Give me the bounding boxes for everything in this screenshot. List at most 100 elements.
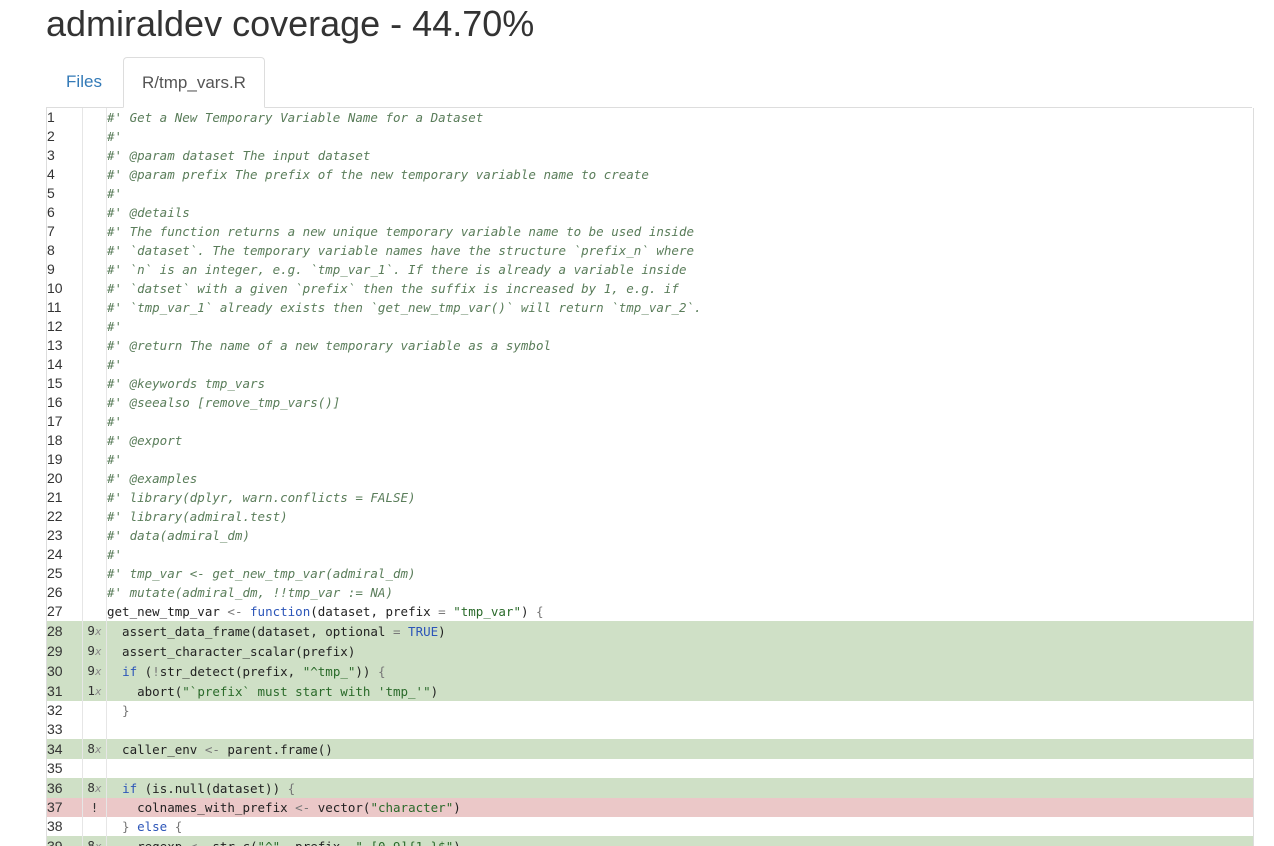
page-title: admiraldev coverage - 44.70% [46,3,535,44]
code-token: #' library(admiral.test) [107,509,288,524]
code-token: #' mutate(admiral_dm, !!tmp_var := NA) [107,585,393,600]
hit-count [82,374,107,393]
code-token: #' @examples [107,471,198,486]
code-token: #' [107,319,123,334]
hit-count [82,526,107,545]
source-text: #' library(dplyr, warn.conflicts = FALSE… [107,488,1254,507]
code-line: 31 1x abort("`prefix` must start with 'tm… [47,681,1253,701]
code-token: #' The function returns a new unique tem… [107,224,694,239]
code-token: <- [204,741,220,757]
line-number: 11 [47,299,62,315]
code-token: #' @export [107,433,183,448]
tab-files[interactable]: Files [46,57,122,106]
line-number: 36 [47,778,83,798]
hit-count [82,108,107,127]
code-token: #' [107,547,123,562]
code-token: = [392,623,401,639]
line-number: 38 [47,818,63,834]
code-token: ) [430,683,439,699]
hit-multiplier-glyph: x [94,782,102,795]
hit-count [82,260,107,279]
code-token: #' data(admiral_dm) [107,528,250,543]
source-text: get_new_tmp_var <- function(dataset, pre… [107,602,1254,621]
hit-count [82,336,107,355]
code-token: #' `dataset`. The temporary variable nam… [107,243,694,258]
line-number: 2 [47,128,55,144]
source-text: assert_data_frame(dataset, optional = TR… [106,621,1253,641]
code-token: else [137,819,168,834]
hit-count-value: 1 [87,683,95,698]
line-number: 4 [47,166,55,182]
hit-count [82,355,107,374]
line-number: 33 [47,721,63,737]
source-text: } [107,701,1254,720]
source-text: #' [107,412,1254,431]
line-number: 14 [47,356,63,372]
hit-count [82,488,107,507]
code-line: 26 #' mutate(admiral_dm, !!tmp_var := NA) [47,583,1253,602]
hit-count [82,602,107,621]
source-text: regexp <- str_c("^", prefix, "_[0-9]{1,}… [106,836,1253,846]
source-text: #' `tmp_var_1` already exists then `get_… [107,298,1254,317]
line-number: 39 [47,836,83,846]
line-number: 3 [47,147,55,163]
code-line: 28 9x assert_data_frame(dataset, optional… [47,621,1253,641]
hit-count-value: ! [90,800,99,815]
source-text: #' mutate(admiral_dm, !!tmp_var := NA) [107,583,1254,602]
source-text: #' [107,545,1254,564]
code-line: 12 #' [47,317,1253,336]
source-text [107,759,1254,778]
code-token: "`prefix` must start with 'tmp_'" [182,683,431,699]
code-token: #' [107,452,123,467]
code-line: 24 #' [47,545,1253,564]
hit-count-value: 8 [87,741,95,756]
code-token: = [438,604,446,619]
source-text: #' data(admiral_dm) [107,526,1254,545]
hit-count [82,450,107,469]
code-token: #' `n` is an integer, e.g. `tmp_var_1`. … [107,262,687,277]
hit-count: 9x [82,621,107,641]
code-token: #' [107,186,123,201]
source-text: #' [107,317,1254,336]
code-token: #' Get a New Temporary Variable Name for… [107,110,484,125]
code-line: 15 #' @keywords tmp_vars [47,374,1253,393]
source-text: #' The function returns a new unique tem… [107,222,1254,241]
source-text: assert_character_scalar(prefix) [106,641,1253,661]
source-text: } else { [107,817,1254,836]
code-line: 38 } else { [47,817,1253,836]
hit-count [82,720,107,739]
code-line: 7 #' The function returns a new unique te… [47,222,1253,241]
code-token: (dataset, prefix [310,604,439,619]
code-token: "character" [370,800,454,815]
code-line: 23 #' data(admiral_dm) [47,526,1253,545]
line-number: 6 [47,204,55,220]
source-text: #' @seealso [remove_tmp_vars()] [107,393,1254,412]
hit-count-value: 9 [87,623,95,638]
code-token: abort( [107,683,183,699]
line-number: 28 [47,621,83,641]
source-text: caller_env <- parent.frame() [106,739,1253,759]
hit-count: 1x [82,681,107,701]
line-number: 10 [47,280,63,296]
code-token: str_detect(prefix, [159,663,303,679]
tab-source-file[interactable]: R/tmp_vars.R [123,57,265,108]
code-token: parent.frame() [219,741,333,757]
source-text: if (is.null(dataset)) { [106,778,1253,798]
code-line: 29 9x assert_character_scalar(prefix) [47,641,1253,661]
code-line: 9 #' `n` is an integer, e.g. `tmp_var_1`.… [47,260,1253,279]
code-token: "^" [257,838,281,846]
source-code-panel: 1 #' Get a New Temporary Variable Name fo… [46,108,1254,846]
hit-multiplier-glyph: x [94,685,102,698]
source-text: #' @examples [107,469,1254,488]
line-number: 37 [47,798,83,817]
code-token: #' @return The name of a new temporary v… [107,338,552,353]
line-number: 12 [47,318,63,334]
hit-count: 9x [82,641,107,661]
hit-count: ! [82,798,107,817]
source-code-table: 1 #' Get a New Temporary Variable Name fo… [47,108,1253,846]
code-token: #' @details [107,205,190,220]
code-token: assert_character_scalar(prefix) [107,643,356,659]
code-token: <- [295,800,311,815]
